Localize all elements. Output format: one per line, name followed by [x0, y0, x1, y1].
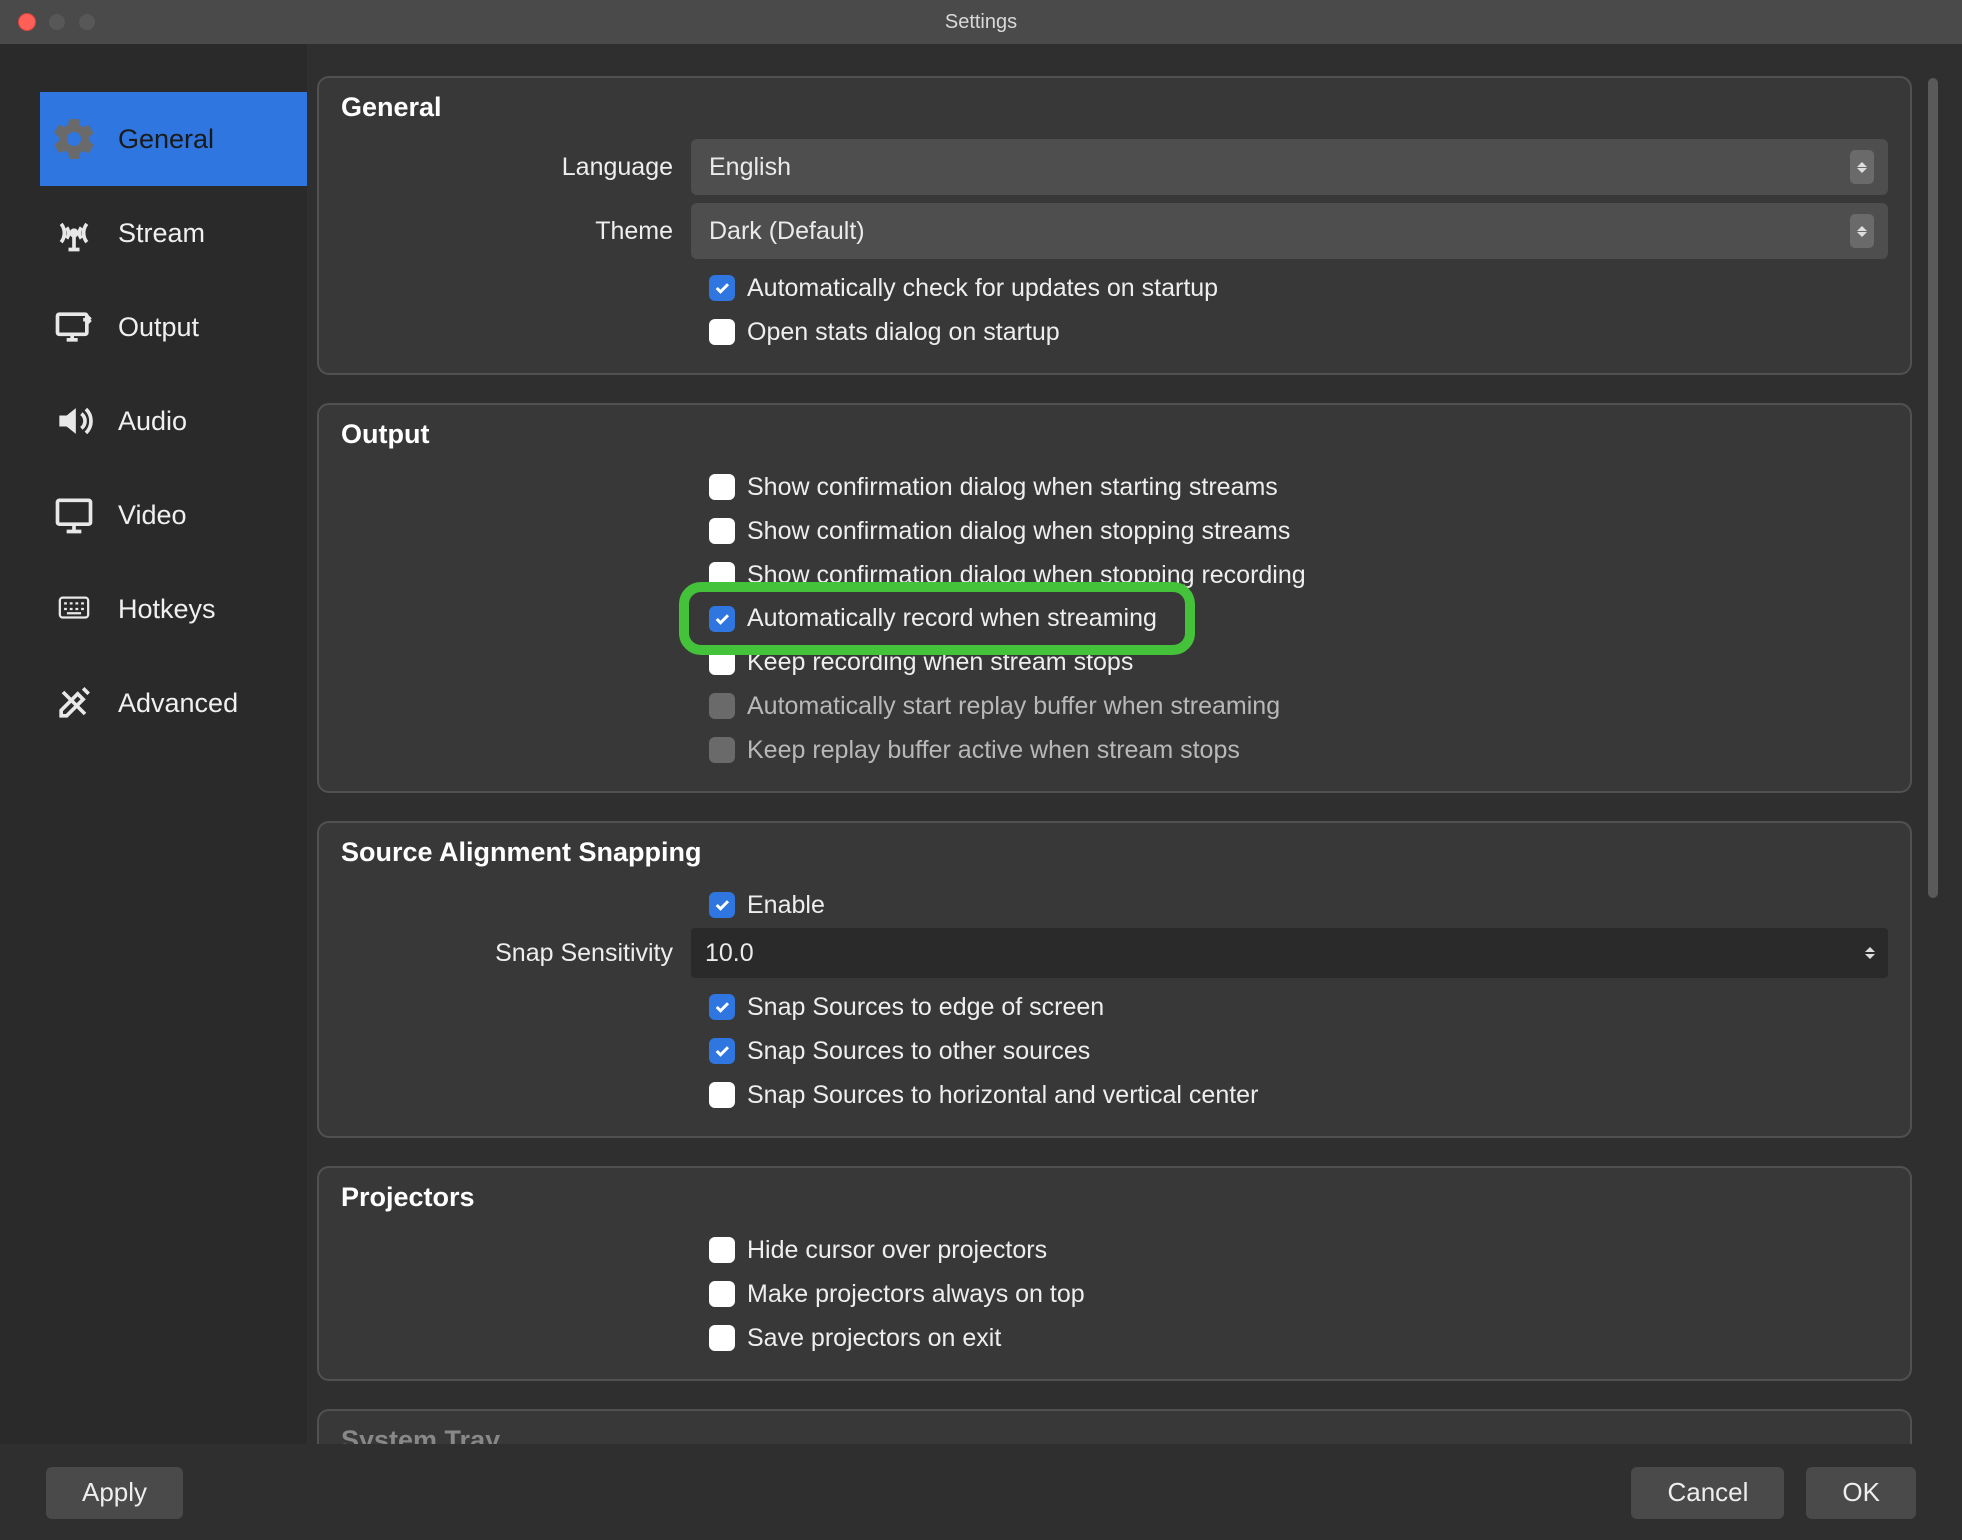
cancel-button[interactable]: Cancel [1631, 1467, 1784, 1519]
highlighted-option: Automatically record when streaming [679, 582, 1195, 655]
sidebar-item-label: Output [118, 312, 199, 343]
on-top-label: Make projectors always on top [747, 1280, 1085, 1309]
sidebar-item-general[interactable]: General [40, 92, 307, 186]
settings-sidebar: General Stream Output Audio [0, 44, 307, 1444]
sidebar-item-output[interactable]: Output [40, 280, 307, 374]
theme-value: Dark (Default) [709, 217, 865, 246]
group-system-tray: System Tray [317, 1409, 1912, 1444]
sidebar-item-stream[interactable]: Stream [40, 186, 307, 280]
snap-sensitivity-value: 10.0 [705, 939, 754, 968]
language-label: Language [341, 153, 691, 182]
scrollbar[interactable] [1928, 78, 1938, 898]
hide-cursor-label: Hide cursor over projectors [747, 1236, 1047, 1265]
auto-record-checkbox[interactable] [709, 606, 735, 632]
sidebar-item-video[interactable]: Video [40, 468, 307, 562]
sidebar-item-label: Advanced [118, 688, 238, 719]
auto-replay-label: Automatically start replay buffer when s… [747, 692, 1280, 721]
snap-edge-label: Snap Sources to edge of screen [747, 993, 1104, 1022]
sidebar-item-label: Audio [118, 406, 187, 437]
sidebar-item-advanced[interactable]: Advanced [40, 656, 307, 750]
snap-enable-label: Enable [747, 891, 825, 920]
group-title: System Tray [341, 1425, 1888, 1444]
snap-sensitivity-input[interactable]: 10.0 [691, 928, 1888, 978]
confirm-start-label: Show confirmation dialog when starting s… [747, 473, 1278, 502]
ok-button[interactable]: OK [1806, 1467, 1916, 1519]
window-title: Settings [0, 11, 1962, 34]
group-output: Output Show confirmation dialog when sta… [317, 403, 1912, 793]
sidebar-item-hotkeys[interactable]: Hotkeys [40, 562, 307, 656]
apply-button[interactable]: Apply [46, 1467, 183, 1519]
language-select[interactable]: English [691, 139, 1888, 195]
tools-icon [48, 677, 100, 729]
save-exit-checkbox[interactable] [709, 1325, 735, 1351]
group-title: Source Alignment Snapping [341, 837, 1888, 868]
sidebar-item-label: Video [118, 500, 187, 531]
group-projectors: Projectors Hide cursor over projectors M… [317, 1166, 1912, 1381]
snap-center-label: Snap Sources to horizontal and vertical … [747, 1081, 1258, 1110]
keep-replay-checkbox[interactable] [709, 737, 735, 763]
hide-cursor-checkbox[interactable] [709, 1237, 735, 1263]
snap-center-checkbox[interactable] [709, 1082, 735, 1108]
sidebar-item-label: Stream [118, 218, 205, 249]
open-stats-label: Open stats dialog on startup [747, 318, 1060, 347]
sidebar-item-label: Hotkeys [118, 594, 216, 625]
sidebar-item-audio[interactable]: Audio [40, 374, 307, 468]
sidebar-item-label: General [118, 124, 214, 155]
monitor-icon [48, 489, 100, 541]
snap-enable-checkbox[interactable] [709, 892, 735, 918]
language-value: English [709, 153, 791, 182]
auto-update-label: Automatically check for updates on start… [747, 274, 1218, 303]
group-title: General [341, 92, 1888, 123]
auto-replay-checkbox[interactable] [709, 693, 735, 719]
titlebar: Settings [0, 0, 1962, 44]
theme-select[interactable]: Dark (Default) [691, 203, 1888, 259]
stepper-icon [1858, 947, 1882, 959]
save-exit-label: Save projectors on exit [747, 1324, 1001, 1353]
open-stats-checkbox[interactable] [709, 319, 735, 345]
button-bar: Apply Cancel OK [0, 1444, 1962, 1540]
settings-content: General Language English Theme [307, 44, 1962, 1444]
keyboard-icon [48, 583, 100, 635]
snap-edge-checkbox[interactable] [709, 994, 735, 1020]
gear-icon [48, 113, 100, 165]
on-top-checkbox[interactable] [709, 1281, 735, 1307]
antenna-icon [48, 207, 100, 259]
auto-record-label: Automatically record when streaming [747, 604, 1157, 633]
group-title: Projectors [341, 1182, 1888, 1213]
theme-label: Theme [341, 217, 691, 246]
updown-icon [1850, 150, 1874, 184]
snap-sensitivity-label: Snap Sensitivity [341, 939, 691, 968]
auto-update-checkbox[interactable] [709, 275, 735, 301]
monitor-out-icon [48, 301, 100, 353]
group-snapping: Source Alignment Snapping Enable Snap Se… [317, 821, 1912, 1138]
confirm-start-checkbox[interactable] [709, 474, 735, 500]
snap-other-label: Snap Sources to other sources [747, 1037, 1090, 1066]
confirm-stop-label: Show confirmation dialog when stopping s… [747, 517, 1290, 546]
keep-replay-label: Keep replay buffer active when stream st… [747, 736, 1240, 765]
group-title: Output [341, 419, 1888, 450]
speaker-icon [48, 395, 100, 447]
updown-icon [1850, 214, 1874, 248]
group-general: General Language English Theme [317, 76, 1912, 375]
confirm-stop-checkbox[interactable] [709, 518, 735, 544]
snap-other-checkbox[interactable] [709, 1038, 735, 1064]
